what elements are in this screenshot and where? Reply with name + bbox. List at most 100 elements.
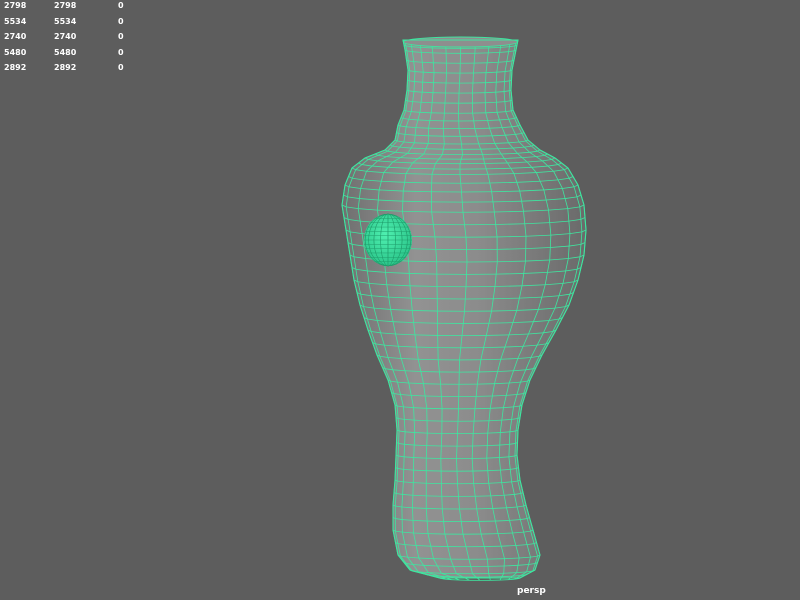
wire-column-edge bbox=[486, 445, 488, 459]
hud-value: 2892 bbox=[4, 63, 27, 72]
wire-ring-edge bbox=[421, 51, 433, 54]
wire-ring-edge bbox=[483, 346, 505, 349]
wire-column-edge bbox=[466, 249, 468, 263]
wire-column-edge bbox=[515, 430, 517, 444]
hud-value: 0 bbox=[118, 63, 124, 72]
wire-column-edge bbox=[413, 81, 415, 92]
wire-column-edge bbox=[509, 70, 511, 81]
wire-column-edge bbox=[445, 72, 447, 84]
wire-ring-edge bbox=[485, 101, 497, 104]
wire-column-edge bbox=[503, 81, 505, 92]
wire-ring-edge bbox=[486, 334, 510, 336]
wire-column-edge bbox=[443, 136, 445, 144]
wire-ring-edge bbox=[485, 111, 498, 114]
wire-column-edge bbox=[456, 433, 458, 447]
wire-ring-edge bbox=[418, 158, 439, 160]
wire-column-edge bbox=[472, 72, 474, 84]
wire-column-edge bbox=[456, 471, 458, 484]
wire-ring-edge bbox=[487, 61, 499, 64]
wire-column-edge bbox=[484, 82, 486, 93]
wire-column-edge bbox=[412, 520, 414, 533]
wire-column-edge bbox=[456, 458, 458, 472]
wire-column-edge bbox=[466, 262, 468, 275]
wire-ring-edge bbox=[417, 119, 430, 121]
wire-column-edge bbox=[514, 443, 516, 456]
wire-column-edge bbox=[456, 446, 458, 459]
wire-column-edge bbox=[499, 432, 501, 446]
wire-column-edge bbox=[431, 47, 434, 53]
wire-column-edge bbox=[498, 445, 501, 458]
wire-ring-edge bbox=[414, 334, 438, 336]
wire-column-edge bbox=[465, 274, 467, 287]
wire-column-edge bbox=[465, 237, 467, 250]
wire-column-edge bbox=[486, 433, 489, 446]
wire-ring-edge bbox=[416, 346, 438, 349]
wire-column-edge bbox=[412, 507, 414, 521]
hud-value: 0 bbox=[118, 32, 124, 41]
wire-ring-edge bbox=[487, 119, 500, 121]
vase-mesh-wireframe[interactable] bbox=[0, 0, 800, 600]
wire-column-edge bbox=[459, 73, 461, 84]
wire-column-edge bbox=[445, 82, 447, 94]
hud-value: 2740 bbox=[54, 32, 77, 41]
wire-column-edge bbox=[398, 430, 400, 444]
wire-column-edge bbox=[404, 431, 406, 445]
hud-value: 2740 bbox=[4, 32, 27, 41]
wire-column-edge bbox=[487, 47, 490, 53]
wire-column-edge bbox=[461, 143, 463, 150]
wire-ring-edge bbox=[422, 61, 434, 64]
wire-column-edge bbox=[403, 444, 406, 457]
camera-label: persp bbox=[517, 586, 546, 596]
hud-value: 2798 bbox=[54, 1, 77, 10]
wire-column-edge bbox=[413, 445, 415, 458]
hud-value: 5480 bbox=[54, 47, 77, 57]
vase-rim bbox=[403, 36, 518, 48]
wire-column-edge bbox=[457, 408, 459, 422]
wire-column-edge bbox=[549, 235, 552, 248]
wire-ring-edge bbox=[421, 101, 433, 104]
hud-value: 2798 bbox=[4, 1, 27, 10]
wire-column-edge bbox=[458, 83, 460, 94]
perspective-viewport[interactable]: 2798 2798 0 5534 5534 0 2740 2740 0 5480… bbox=[0, 0, 800, 600]
wire-column-edge bbox=[495, 72, 498, 83]
wire-column-edge bbox=[508, 431, 511, 445]
wire-ring-edge bbox=[419, 111, 432, 114]
hud-value: 0 bbox=[118, 16, 124, 26]
wire-ring-edge bbox=[483, 158, 505, 160]
hud-value: 5480 bbox=[4, 47, 27, 57]
wire-ring-edge bbox=[420, 46, 433, 49]
hud-value: 0 bbox=[118, 1, 124, 10]
wire-column-edge bbox=[442, 128, 445, 137]
wire-column-edge bbox=[413, 420, 416, 433]
hud-value: 2892 bbox=[54, 63, 77, 72]
wire-column-edge bbox=[413, 432, 416, 446]
wire-column-edge bbox=[461, 149, 463, 155]
wire-column-edge bbox=[549, 247, 551, 260]
wire-column-edge bbox=[408, 80, 410, 91]
wire-column-edge bbox=[433, 72, 435, 83]
selected-sphere-object[interactable] bbox=[364, 213, 412, 267]
wire-column-edge bbox=[425, 445, 428, 459]
wire-column-edge bbox=[440, 445, 442, 459]
wire-column-edge bbox=[422, 72, 424, 83]
wire-column-edge bbox=[426, 433, 428, 446]
wire-column-edge bbox=[485, 72, 487, 83]
wire-column-edge bbox=[414, 71, 416, 82]
wire-column-edge bbox=[457, 421, 459, 434]
wire-column-edge bbox=[440, 433, 443, 447]
hud-value: 5534 bbox=[54, 16, 77, 26]
wire-column-edge bbox=[508, 80, 511, 91]
wire-column-edge bbox=[508, 444, 510, 457]
hud-value: 0 bbox=[118, 47, 124, 57]
wire-ring-edge bbox=[488, 51, 500, 54]
wire-column-edge bbox=[432, 82, 434, 93]
wire-column-edge bbox=[504, 71, 506, 82]
wire-column-edge bbox=[413, 407, 415, 421]
wire-ring-edge bbox=[484, 162, 508, 164]
hud-value: 5534 bbox=[4, 16, 27, 26]
wire-column-edge bbox=[472, 82, 474, 94]
wire-ring-edge bbox=[488, 46, 501, 49]
wire-column-edge bbox=[408, 70, 411, 81]
wire-column-edge bbox=[421, 82, 424, 93]
wire-ring-edge bbox=[412, 162, 436, 164]
